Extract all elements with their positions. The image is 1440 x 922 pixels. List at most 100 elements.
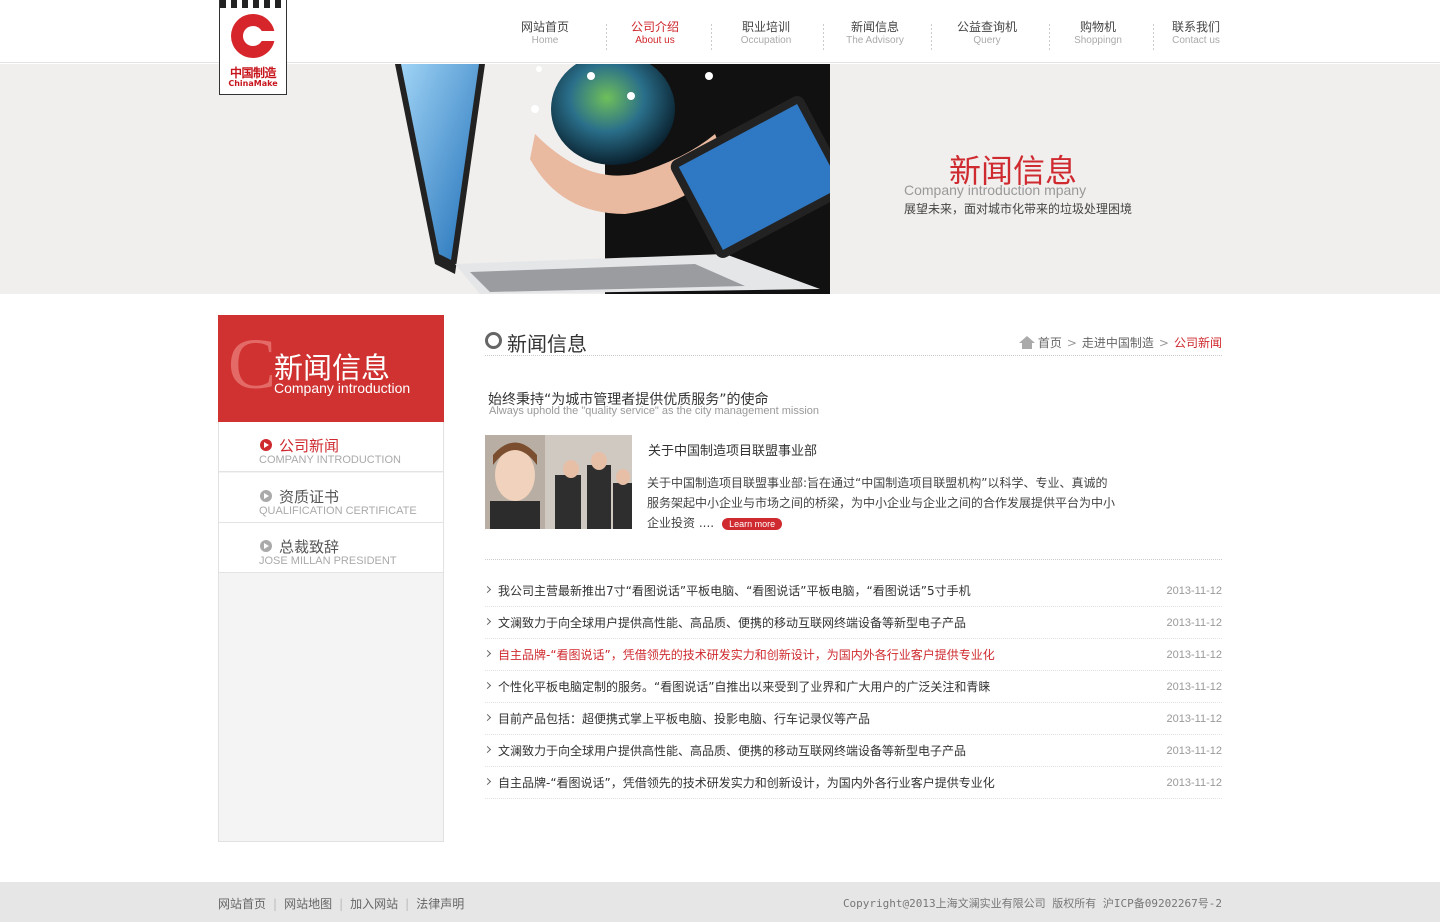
sidebar-item-certificate[interactable]: 资质证书 QUALIFICATION CERTIFICATE <box>219 473 443 523</box>
banner-hero-image <box>395 64 830 294</box>
chevron-right-icon: > <box>1066 335 1077 350</box>
banner-description: 展望未来，面对城市化带来的垃圾处理困境 <box>904 202 1133 216</box>
news-item[interactable]: 自主品牌-“看图说话”，凭借领先的技术研发实力和创新设计，为国内外各行业客户提供… <box>483 639 1222 671</box>
nav-item-occupation[interactable]: 职业培训 Occupation <box>711 20 821 47</box>
footer-links: 网站首页 | 网站地图 | 加入网站 | 法律声明 <box>218 895 464 912</box>
logo[interactable]: 中国制造 ChinaMake <box>219 0 287 95</box>
sidebar-item-label: 公司新闻 <box>279 437 340 455</box>
separator: | <box>405 897 410 911</box>
separator: | <box>273 897 278 911</box>
news-title: 目前产品包括：超便携式掌上平板电脑、投影电脑、行车记录仪等产品 <box>498 712 871 726</box>
sidebar-item-label-en: COMPANY INTRODUCTION <box>259 454 401 466</box>
sidebar-subtitle: Company introduction <box>274 380 411 396</box>
feature-text-body: 关于中国制造项目联盟事业部:旨在通过“中国制造项目联盟机构”以科学、专业、真诚的… <box>647 476 1116 530</box>
news-title: 我公司主营最新推出7寸“看图说话”平板电脑、“看图说话”平板电脑，“看图说话”5… <box>498 584 971 598</box>
chevron-right-icon <box>483 649 492 658</box>
footer-link-join[interactable]: 加入网站 <box>350 897 398 911</box>
banner-subtitle: Company introduction mpany <box>904 182 1087 198</box>
nav-item-advisory[interactable]: 新闻信息 The Advisory <box>820 20 930 47</box>
logo-crenel <box>220 0 286 8</box>
chevron-right-icon <box>483 681 492 690</box>
page-title: 新闻信息 <box>507 332 587 356</box>
footer-link-legal[interactable]: 法律声明 <box>416 897 464 911</box>
slogan-en: Always uphold the "quality service" as t… <box>489 405 820 417</box>
sidebar-header-letter: C <box>228 324 277 404</box>
logo-en: ChinaMake <box>228 79 278 88</box>
news-title: 个性化平板电脑定制的服务。“看图说话”自推出以来受到了业界和广大用户的广泛关注和… <box>498 680 991 694</box>
nav-label: 购物机 <box>1079 20 1116 34</box>
news-item[interactable]: 个性化平板电脑定制的服务。“看图说话”自推出以来受到了业界和广大用户的广泛关注和… <box>483 671 1222 703</box>
news-item[interactable]: 文澜致力于向全球用户提供高性能、高品质、便携的移动互联网终端设备等新型电子产品 2… <box>483 735 1222 767</box>
page: 中国制造 ChinaMake 网站首页 Home 公司介绍 About us 职… <box>0 0 1440 922</box>
sidebar-item-label-en: QUALIFICATION CERTIFICATE <box>259 505 417 517</box>
circle-play-icon <box>260 439 272 451</box>
nav-label: 公益查询机 <box>956 20 1017 34</box>
news-item[interactable]: 我公司主营最新推出7寸“看图说话”平板电脑、“看图说话”平板电脑，“看图说话”5… <box>483 575 1222 607</box>
news-item[interactable]: 文澜致力于向全球用户提供高性能、高品质、便携的移动互联网终端设备等新型电子产品 2… <box>483 607 1222 639</box>
nav-label: 联系我们 <box>1171 20 1220 34</box>
sidebar-header: C 新闻信息 Company introduction <box>218 315 444 422</box>
sidebar-item-label: 总裁致辞 <box>279 538 340 556</box>
nav-item-contact[interactable]: 联系我们 Contact us <box>1156 20 1236 47</box>
news-list: 我公司主营最新推出7寸“看图说话”平板电脑、“看图说话”平板电脑，“看图说话”5… <box>483 575 1222 799</box>
sidebar-item-company-news[interactable]: 公司新闻 COMPANY INTRODUCTION <box>219 422 443 472</box>
nav-divider <box>1153 24 1154 50</box>
chevron-right-icon <box>483 777 492 786</box>
breadcrumb-current[interactable]: 公司新闻 <box>1174 334 1222 351</box>
news-date: 2013-11-12 <box>1166 649 1222 661</box>
feature-text: 关于中国制造项目联盟事业部:旨在通过“中国制造项目联盟机构”以科学、专业、真诚的… <box>647 473 1117 533</box>
nav-item-home[interactable]: 网站首页 Home <box>490 20 600 47</box>
header: 中国制造 ChinaMake 网站首页 Home 公司介绍 About us 职… <box>0 0 1440 95</box>
logo-c-icon <box>231 14 277 58</box>
nav-label-en: Home <box>531 35 559 46</box>
footer: 网站首页 | 网站地图 | 加入网站 | 法律声明 Copyright@2013上海文澜实业… <box>0 882 1440 922</box>
breadcrumb: 首页 > 走进中国制造 > 公司新闻 <box>1018 334 1222 351</box>
news-date: 2013-11-12 <box>1166 681 1222 693</box>
nav-item-query[interactable]: 公益查询机 Query <box>932 20 1042 47</box>
home-icon <box>1018 336 1035 349</box>
nav-label-en: Contact us <box>1172 35 1220 46</box>
sidebar-item-president[interactable]: 总裁致辞 JOSE MILLAN PRESIDENT <box>219 523 443 573</box>
nav-label-en: Shoppingn <box>1074 35 1122 46</box>
breadcrumb-level1[interactable]: 走进中国制造 <box>1082 334 1154 351</box>
feature-image[interactable] <box>485 435 632 529</box>
news-title: 自主品牌-“看图说话”，凭借领先的技术研发实力和创新设计，为国内外各行业客户提供… <box>498 776 995 790</box>
news-title: 文澜致力于向全球用户提供高性能、高品质、便携的移动互联网终端设备等新型电子产品 <box>498 616 967 630</box>
news-title: 自主品牌-“看图说话”，凭借领先的技术研发实力和创新设计，为国内外各行业客户提供… <box>498 648 995 662</box>
nav-label-en: Query <box>973 35 1001 46</box>
copyright: Copyright@2013上海文澜实业有限公司 版权所有 沪ICP备09202… <box>842 897 1222 910</box>
nav-label-en: About us <box>635 35 675 46</box>
nav-label: 新闻信息 <box>850 20 899 34</box>
circle-play-icon <box>260 540 272 552</box>
separator: | <box>339 897 344 911</box>
chevron-right-icon <box>483 745 492 754</box>
chevron-right-icon <box>483 617 492 626</box>
nav-item-about[interactable]: 公司介绍 About us <box>600 20 710 47</box>
nav-label: 网站首页 <box>520 20 569 34</box>
sidebar-item-label: 资质证书 <box>279 488 340 506</box>
footer-link-home[interactable]: 网站首页 <box>218 897 266 911</box>
divider <box>485 559 1222 560</box>
circle-play-icon <box>260 490 272 502</box>
sidebar-menu: 公司新闻 COMPANY INTRODUCTION 资质证书 QUALIFICA… <box>218 422 444 842</box>
nav-item-shopping[interactable]: 购物机 Shoppingn <box>1043 20 1153 47</box>
feature-title[interactable]: 关于中国制造项目联盟事业部 <box>648 440 817 459</box>
news-item[interactable]: 自主品牌-“看图说话”，凭借领先的技术研发实力和创新设计，为国内外各行业客户提供… <box>483 767 1222 799</box>
nav-label: 公司介绍 <box>630 20 679 34</box>
learn-more-button[interactable]: Learn more <box>722 517 783 530</box>
news-date: 2013-11-12 <box>1166 617 1222 629</box>
news-date: 2013-11-12 <box>1166 777 1222 789</box>
nav-label-en: The Advisory <box>846 35 904 46</box>
ring-icon <box>485 332 502 349</box>
footer-link-sitemap[interactable]: 网站地图 <box>284 897 332 911</box>
sidebar-item-label-en: JOSE MILLAN PRESIDENT <box>259 555 397 567</box>
news-date: 2013-11-12 <box>1166 745 1222 757</box>
breadcrumb-home[interactable]: 首页 <box>1038 334 1062 351</box>
news-date: 2013-11-12 <box>1166 585 1222 597</box>
banner: 新闻信息 Company introduction mpany 展望未来，面对城… <box>0 64 1440 294</box>
news-date: 2013-11-12 <box>1166 713 1222 725</box>
news-title: 文澜致力于向全球用户提供高性能、高品质、便携的移动互联网终端设备等新型电子产品 <box>498 744 967 758</box>
nav-label: 职业培训 <box>741 20 790 34</box>
news-item[interactable]: 目前产品包括：超便携式掌上平板电脑、投影电脑、行车记录仪等产品 2013-11-1… <box>483 703 1222 735</box>
chevron-right-icon: > <box>1158 335 1169 350</box>
